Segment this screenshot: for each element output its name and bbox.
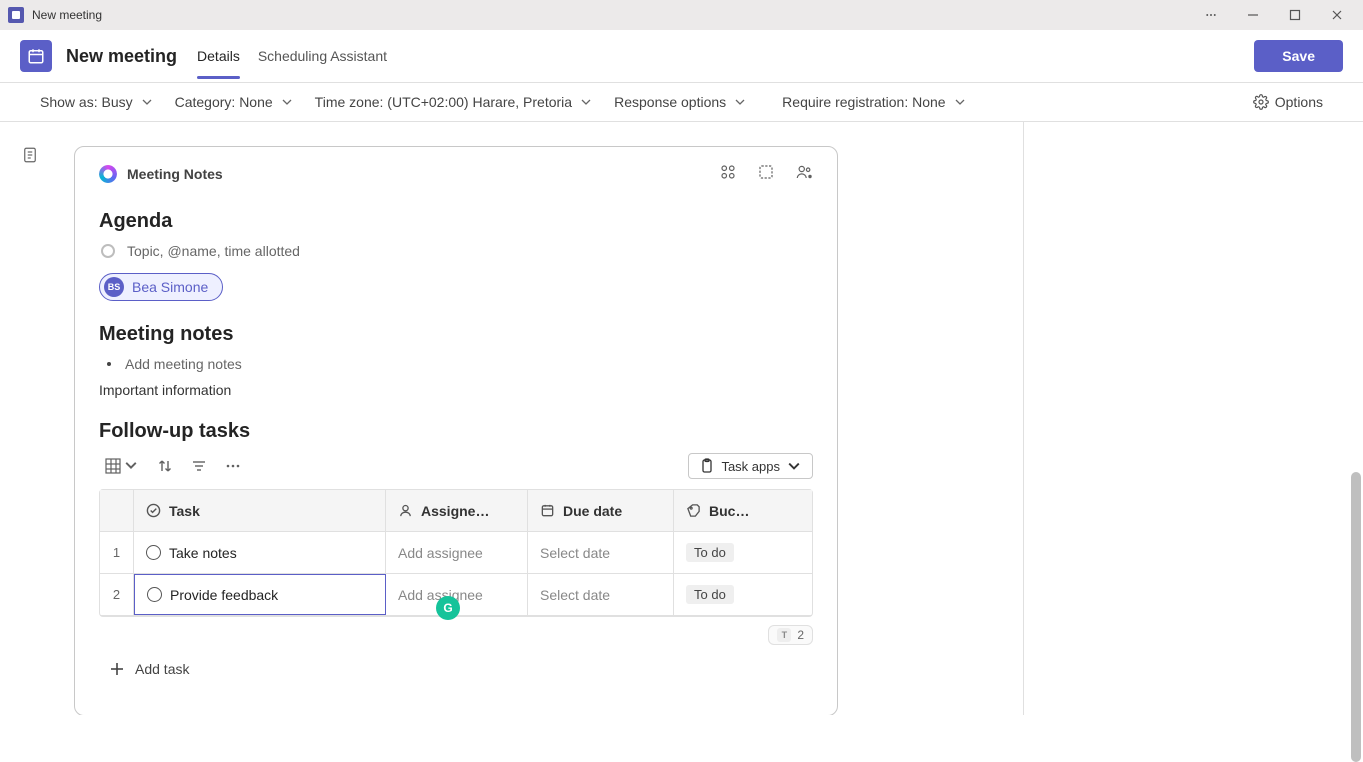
col-task-label: Task: [169, 503, 200, 519]
task-input[interactable]: [170, 587, 373, 603]
bucket-cell[interactable]: To do: [674, 532, 762, 573]
col-number: [100, 490, 134, 531]
chevron-down-icon: [734, 96, 746, 108]
row-number: 2: [100, 574, 134, 615]
scrollbar-thumb[interactable]: [1351, 472, 1361, 762]
chevron-down-icon: [580, 96, 592, 108]
due-cell[interactable]: Select date: [528, 532, 674, 573]
status-badge: To do: [686, 543, 734, 562]
page-title: New meeting: [66, 46, 177, 67]
close-button[interactable]: [1327, 5, 1347, 25]
response-options-label: Response options: [614, 94, 726, 110]
add-task-button[interactable]: Add task: [99, 661, 813, 677]
task-complete-circle[interactable]: [147, 587, 162, 602]
loop-icon: [99, 165, 117, 183]
timezone-label: Time zone: (UTC+02:00) Harare, Pretoria: [315, 94, 572, 110]
meeting-notes-placeholder: Add meeting notes: [125, 356, 242, 372]
options-label: Options: [1275, 94, 1323, 110]
meeting-header: New meeting Details Scheduling Assistant…: [0, 30, 1363, 83]
timezone-dropdown[interactable]: Time zone: (UTC+02:00) Harare, Pretoria: [315, 94, 592, 110]
task-title: Take notes: [169, 545, 237, 561]
right-panel: [1023, 122, 1363, 715]
row-number: 1: [100, 532, 134, 573]
col-bucket[interactable]: Buc…: [674, 490, 762, 531]
meeting-notes-bullet[interactable]: Add meeting notes: [107, 356, 813, 372]
save-button[interactable]: Save: [1254, 40, 1343, 72]
more-icon[interactable]: [1201, 5, 1221, 25]
clipboard-icon: [699, 458, 715, 474]
chevron-down-icon: [786, 458, 802, 474]
calendar-icon: [20, 40, 52, 72]
gear-icon: [1253, 94, 1269, 110]
tab-scheduling-assistant[interactable]: Scheduling Assistant: [258, 34, 387, 78]
registration-dropdown[interactable]: Require registration: None: [782, 94, 965, 110]
bullet-icon: [107, 362, 111, 366]
task-count-value: 2: [797, 628, 804, 642]
keyboard-shortcuts-icon[interactable]: [719, 163, 737, 184]
task-apps-button[interactable]: Task apps: [688, 453, 813, 479]
table-row: 1 Take notes Add assignee Select date To…: [100, 532, 812, 574]
col-assignee[interactable]: Assigne…: [386, 490, 528, 531]
grid-view-icon[interactable]: [105, 458, 139, 474]
radio-circle-icon[interactable]: [101, 244, 115, 258]
response-options-dropdown[interactable]: Response options: [614, 94, 746, 110]
chevron-down-icon: [141, 96, 153, 108]
show-as-label: Show as: Busy: [40, 94, 133, 110]
category-label: Category: None: [175, 94, 273, 110]
status-badge: To do: [686, 585, 734, 604]
task-complete-circle[interactable]: [146, 545, 161, 560]
col-due-label: Due date: [563, 503, 622, 519]
plus-icon: [109, 661, 125, 677]
due-cell[interactable]: Select date: [528, 574, 674, 615]
notes-component-title: Meeting Notes: [127, 166, 223, 182]
chevron-down-icon: [281, 96, 293, 108]
window-titlebar: New meeting: [0, 0, 1363, 30]
col-task[interactable]: Task: [134, 490, 386, 531]
task-apps-label: Task apps: [721, 459, 780, 474]
teams-app-icon: [8, 7, 24, 23]
notes-gutter-icon[interactable]: [0, 122, 60, 715]
bucket-cell[interactable]: To do: [674, 574, 762, 615]
tab-details[interactable]: Details: [197, 34, 240, 78]
tasks-table: Task Assigne… Due date Buc…: [99, 489, 813, 617]
minimize-button[interactable]: [1243, 5, 1263, 25]
mention-chip[interactable]: BS Bea Simone: [99, 273, 223, 301]
agenda-heading: Agenda: [99, 210, 813, 233]
col-assignee-label: Assigne…: [421, 503, 489, 519]
category-dropdown[interactable]: Category: None: [175, 94, 293, 110]
chevron-down-icon: [954, 96, 966, 108]
show-as-dropdown[interactable]: Show as: Busy: [40, 94, 153, 110]
agenda-item[interactable]: Topic, @name, time allotted: [101, 243, 813, 259]
avatar: BS: [104, 277, 124, 297]
agenda-placeholder: Topic, @name, time allotted: [127, 243, 300, 259]
expand-icon[interactable]: [757, 163, 775, 184]
header-tabs: Details Scheduling Assistant: [197, 34, 387, 78]
options-button[interactable]: Options: [1253, 94, 1323, 110]
task-count-badge: T 2: [768, 625, 813, 645]
registration-label: Require registration: None: [782, 94, 945, 110]
window-title: New meeting: [32, 8, 102, 22]
col-due[interactable]: Due date: [528, 490, 674, 531]
meeting-note-text[interactable]: Important information: [99, 382, 813, 398]
more-icon[interactable]: [225, 458, 241, 474]
meeting-notes-card: Meeting Notes Agenda Top: [74, 146, 838, 715]
table-header: Task Assigne… Due date Buc…: [100, 490, 812, 532]
mention-name: Bea Simone: [132, 279, 208, 295]
add-task-label: Add task: [135, 661, 189, 677]
sort-icon[interactable]: [157, 458, 173, 474]
tasks-toolbar: Task apps: [99, 453, 813, 479]
meeting-notes-heading: Meeting notes: [99, 323, 813, 346]
filter-icon[interactable]: [191, 458, 207, 474]
maximize-button[interactable]: [1285, 5, 1305, 25]
col-bucket-label: Buc…: [709, 503, 749, 519]
share-people-icon[interactable]: [795, 163, 813, 184]
options-bar: Show as: Busy Category: None Time zone: …: [0, 83, 1363, 122]
followup-heading: Follow-up tasks: [99, 420, 813, 443]
task-cell[interactable]: [134, 574, 386, 615]
grammarly-icon[interactable]: G: [436, 596, 460, 620]
task-cell[interactable]: Take notes: [134, 532, 386, 573]
assignee-cell[interactable]: Add assignee: [386, 532, 528, 573]
